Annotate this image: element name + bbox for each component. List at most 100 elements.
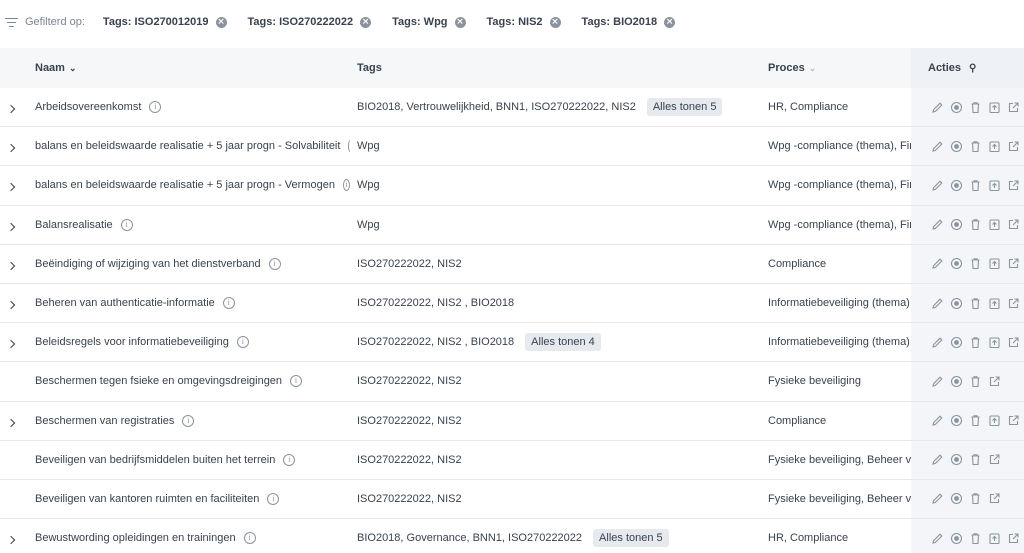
- target-icon[interactable]: [950, 453, 963, 466]
- trash-icon[interactable]: [969, 375, 982, 388]
- target-icon[interactable]: [950, 101, 963, 114]
- chevron-right-icon[interactable]: [6, 418, 16, 427]
- row-name[interactable]: balans en beleidswaarde realisatie + 5 j…: [35, 179, 335, 191]
- target-icon[interactable]: [950, 532, 963, 545]
- table-row[interactable]: Bewustwording opleidingen en trainingen i…: [0, 519, 1024, 553]
- row-name[interactable]: Beschermen tegen fsieke en omgevingsdrei…: [35, 375, 282, 387]
- table-row[interactable]: Beschermen tegen fsieke en omgevingsdrei…: [0, 362, 1024, 402]
- upload-icon[interactable]: [988, 532, 1001, 545]
- external-link-icon[interactable]: [988, 492, 1001, 505]
- trash-icon[interactable]: [969, 414, 982, 427]
- external-link-icon[interactable]: [1007, 297, 1020, 310]
- upload-icon[interactable]: [988, 140, 1001, 153]
- upload-icon[interactable]: [988, 218, 1001, 231]
- external-link-icon[interactable]: [988, 453, 1001, 466]
- row-name[interactable]: balans en beleidswaarde realisatie + 5 j…: [35, 140, 340, 152]
- table-row[interactable]: Beveiligen van bedrijfsmiddelen buiten h…: [0, 440, 1024, 480]
- edit-icon[interactable]: [931, 218, 944, 231]
- info-icon[interactable]: i: [267, 492, 280, 505]
- row-name[interactable]: Beveiligen van bedrijfsmiddelen buiten h…: [35, 454, 275, 466]
- trash-icon[interactable]: [969, 453, 982, 466]
- upload-icon[interactable]: [988, 414, 1001, 427]
- chevron-right-icon[interactable]: [6, 104, 16, 114]
- info-icon[interactable]: i: [268, 257, 281, 270]
- target-icon[interactable]: [950, 218, 963, 231]
- row-name[interactable]: Arbeidsovereenkomst: [35, 101, 141, 113]
- show-all-tags-button[interactable]: Alles tonen 4: [525, 333, 601, 352]
- trash-icon[interactable]: [969, 101, 982, 114]
- target-icon[interactable]: [950, 414, 963, 427]
- info-icon[interactable]: i: [290, 375, 303, 388]
- chevron-down-icon[interactable]: ⌄: [809, 48, 817, 88]
- target-icon[interactable]: [950, 375, 963, 388]
- row-name[interactable]: Balansrealisatie: [35, 219, 113, 231]
- trash-icon[interactable]: [969, 218, 982, 231]
- row-name[interactable]: Beleidsregels voor informatiebeveiliging: [35, 336, 229, 348]
- column-header-naam[interactable]: Naam ⌄: [35, 48, 77, 88]
- table-row[interactable]: Arbeidsovereenkomst i BIO2018, Vertrouweli…: [0, 88, 1024, 128]
- row-name[interactable]: Beveiligen van kantoren ruimten en facil…: [35, 493, 259, 505]
- trash-icon[interactable]: [969, 179, 982, 192]
- info-icon[interactable]: i: [149, 101, 162, 114]
- info-icon[interactable]: i: [348, 140, 350, 153]
- upload-icon[interactable]: [988, 179, 1001, 192]
- edit-icon[interactable]: [931, 101, 944, 114]
- target-icon[interactable]: [950, 179, 963, 192]
- table-row[interactable]: Balansrealisatie i Wpg Wpg -compliance (the…: [0, 205, 1024, 245]
- external-link-icon[interactable]: [1007, 532, 1020, 545]
- chevron-right-icon[interactable]: [6, 300, 16, 310]
- table-row[interactable]: Beschermen van registraties i ISO270222022…: [0, 401, 1024, 441]
- upload-icon[interactable]: [988, 257, 1001, 270]
- edit-icon[interactable]: [931, 140, 944, 153]
- filter-icon[interactable]: [5, 15, 19, 29]
- row-name[interactable]: Beëindiging of wijziging van het dienstv…: [35, 258, 261, 270]
- edit-icon[interactable]: [931, 297, 944, 310]
- close-circle-icon[interactable]: ×: [454, 16, 466, 28]
- target-icon[interactable]: [950, 336, 963, 349]
- info-icon[interactable]: i: [222, 297, 235, 310]
- chevron-right-icon[interactable]: [6, 535, 16, 545]
- table-row[interactable]: Beheren van authenticatie-informatie i ISO…: [0, 283, 1024, 324]
- upload-icon[interactable]: [988, 101, 1001, 114]
- upload-icon[interactable]: [988, 336, 1001, 349]
- info-icon[interactable]: i: [283, 453, 296, 466]
- edit-icon[interactable]: [931, 492, 944, 505]
- chevron-right-icon[interactable]: [6, 339, 16, 349]
- trash-icon[interactable]: [969, 297, 982, 310]
- info-icon[interactable]: i: [236, 336, 249, 349]
- upload-icon[interactable]: [988, 297, 1001, 310]
- table-row[interactable]: Beëindiging of wijziging van het dienstv…: [0, 244, 1024, 284]
- external-link-icon[interactable]: [988, 375, 1001, 388]
- row-name[interactable]: Bewustwording opleidingen en trainingen: [35, 532, 236, 544]
- close-circle-icon[interactable]: ×: [549, 16, 561, 28]
- external-link-icon[interactable]: [1007, 101, 1020, 114]
- table-row[interactable]: Beleidsregels voor informatiebeveiliging…: [0, 323, 1024, 363]
- chevron-down-icon[interactable]: ⌄: [69, 48, 77, 88]
- info-icon[interactable]: i: [243, 532, 256, 545]
- chevron-right-icon[interactable]: [6, 183, 16, 192]
- external-link-icon[interactable]: [1007, 218, 1020, 231]
- trash-icon[interactable]: [969, 140, 982, 153]
- trash-icon[interactable]: [969, 257, 982, 270]
- external-link-icon[interactable]: [1007, 336, 1020, 349]
- table-row[interactable]: balans en beleidswaarde realisatie + 5 j…: [0, 127, 1024, 167]
- trash-icon[interactable]: [969, 492, 982, 505]
- edit-icon[interactable]: [931, 375, 944, 388]
- target-icon[interactable]: [950, 297, 963, 310]
- info-icon[interactable]: i: [120, 218, 133, 231]
- show-all-tags-button[interactable]: Alles tonen 5: [646, 98, 723, 117]
- show-all-tags-button[interactable]: Alles tonen 5: [593, 529, 669, 548]
- chevron-right-icon[interactable]: [6, 261, 16, 271]
- table-row[interactable]: balans en beleidswaarde realisatie + 5 j…: [0, 166, 1024, 206]
- edit-icon[interactable]: [931, 453, 944, 466]
- trash-icon[interactable]: [969, 532, 982, 545]
- close-circle-icon[interactable]: ×: [664, 16, 676, 28]
- table-row[interactable]: Beveiligen van kantoren ruimten en facil…: [0, 479, 1024, 520]
- row-name[interactable]: Beheren van authenticatie-informatie: [35, 297, 215, 309]
- row-name[interactable]: Beschermen van registraties: [35, 415, 174, 427]
- target-icon[interactable]: [950, 140, 963, 153]
- target-icon[interactable]: [950, 492, 963, 505]
- info-icon[interactable]: i: [342, 179, 350, 192]
- edit-icon[interactable]: [931, 336, 944, 349]
- external-link-icon[interactable]: [1007, 414, 1020, 427]
